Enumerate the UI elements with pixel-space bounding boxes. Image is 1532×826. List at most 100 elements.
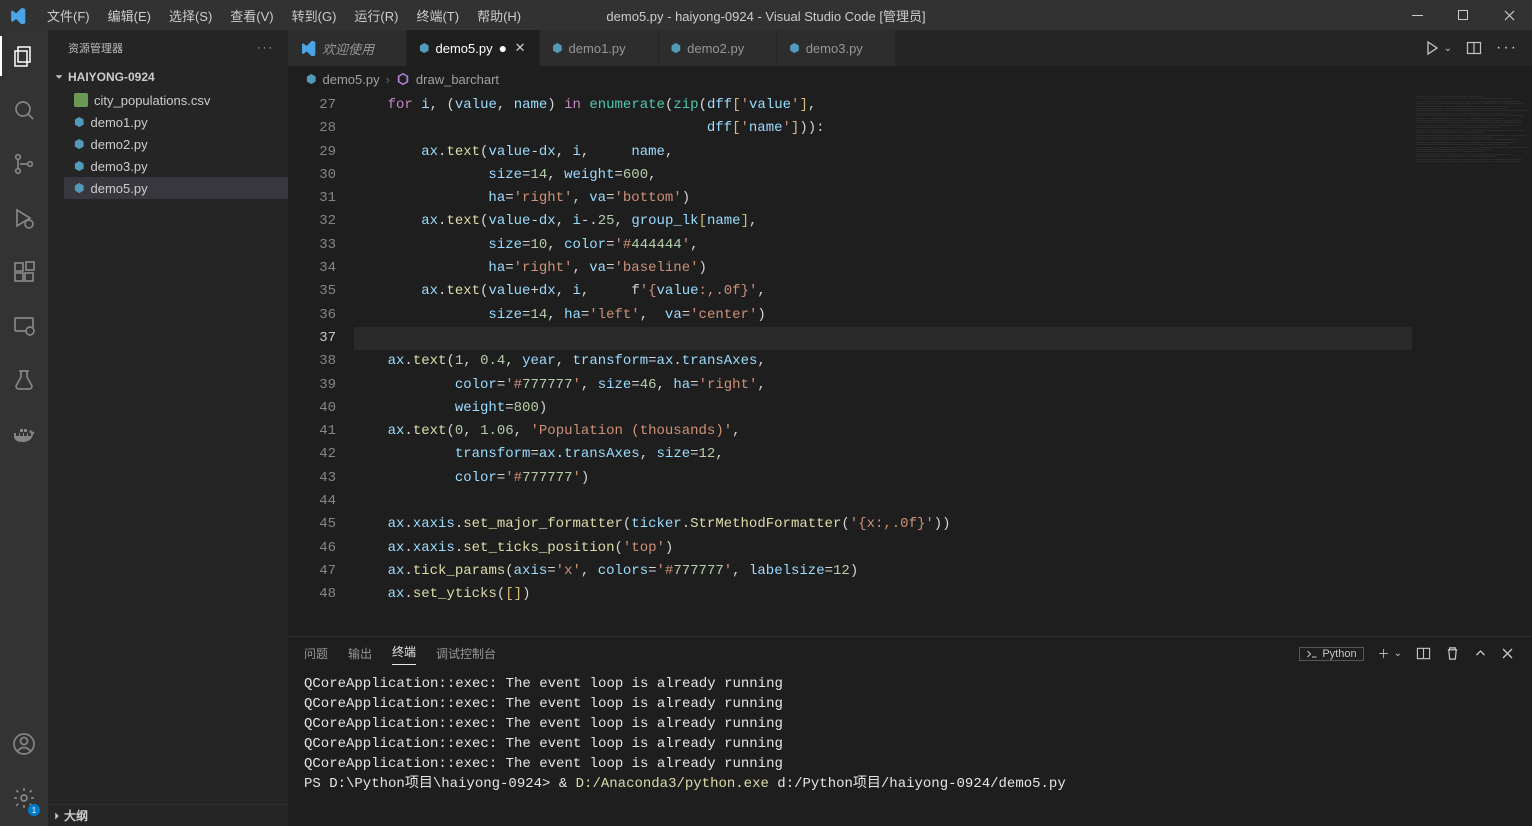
folder-header[interactable]: HAIYONG-0924 — [48, 65, 288, 89]
file-label: demo5.py — [90, 181, 147, 196]
panel-close-icon[interactable] — [1501, 647, 1514, 660]
python-icon: ⬢ — [419, 41, 429, 55]
title-bar: 文件(F) 编辑(E) 选择(S) 查看(V) 转到(G) 运行(R) 终端(T… — [0, 0, 1532, 30]
source-control-icon[interactable] — [0, 148, 48, 180]
panel-tab-output[interactable]: 输出 — [348, 645, 372, 662]
python-icon: ⬢ — [671, 41, 681, 55]
terminal-output[interactable]: QCoreApplication::exec: The event loop i… — [288, 670, 1532, 826]
run-debug-icon[interactable] — [0, 202, 48, 234]
menu-help[interactable]: 帮助(H) — [469, 2, 529, 29]
folder-name: HAIYONG-0924 — [68, 70, 155, 84]
minimap[interactable]: ──────────── ───────────────────────────… — [1412, 92, 1532, 636]
python-icon: ⬢ — [789, 41, 799, 55]
code-editor[interactable]: for i, (value, name) in enumerate(zip(df… — [354, 92, 1412, 636]
sidebar-more-icon[interactable]: ··· — [257, 42, 274, 54]
file-item[interactable]: city_populations.csv — [64, 89, 288, 111]
docker-icon[interactable] — [0, 418, 48, 450]
bottom-panel: 问题 输出 终端 调试控制台 Python ＋ ⌄ QCoreApp — [288, 636, 1532, 826]
python-icon: ⬢ — [74, 181, 84, 195]
panel-tab-debug-console[interactable]: 调试控制台 — [436, 645, 496, 662]
csv-icon — [74, 93, 88, 107]
editor-tab[interactable]: ⬢demo2.py✕ — [659, 30, 778, 66]
run-dropdown-icon[interactable]: ⌄ — [1444, 43, 1452, 54]
panel-maximize-icon[interactable] — [1474, 647, 1487, 660]
menu-go[interactable]: 转到(G) — [284, 2, 345, 29]
breadcrumb-file[interactable]: demo5.py — [322, 72, 379, 87]
menu-view[interactable]: 查看(V) — [222, 2, 281, 29]
kill-terminal-icon[interactable] — [1445, 646, 1460, 661]
breadcrumb-separator: › — [386, 72, 390, 87]
breadcrumbs[interactable]: ⬢ demo5.py › draw_barchart — [288, 66, 1532, 92]
remote-explorer-icon[interactable] — [0, 310, 48, 342]
editor-tab[interactable]: 欢迎使用✕ — [288, 30, 407, 66]
explorer-icon[interactable] — [0, 40, 48, 72]
settings-badge: 1 — [28, 804, 40, 816]
close-button[interactable] — [1486, 0, 1532, 30]
menu-terminal[interactable]: 终端(T) — [408, 2, 467, 29]
editor-tabs: 欢迎使用✕⬢demo5.py●✕⬢demo1.py✕⬢demo2.py✕⬢dem… — [288, 30, 1532, 66]
search-icon[interactable] — [0, 94, 48, 126]
editor-tab[interactable]: ⬢demo3.py✕ — [777, 30, 896, 66]
file-list: city_populations.csv ⬢ demo1.py ⬢ demo2.py ⬢ d… — [48, 89, 288, 199]
file-label: demo2.py — [90, 137, 147, 152]
outline-section[interactable]: 大纲 — [48, 804, 288, 826]
settings-gear-icon[interactable]: 1 — [0, 782, 48, 814]
vscode-icon — [300, 40, 316, 56]
run-file-icon[interactable] — [1424, 40, 1440, 56]
python-icon: ⬢ — [74, 159, 84, 173]
python-icon: ⬢ — [74, 115, 84, 129]
panel-tab-terminal[interactable]: 终端 — [392, 643, 416, 665]
panel-tabs: 问题 输出 终端 调试控制台 Python ＋ ⌄ — [288, 637, 1532, 670]
tab-label: demo5.py — [436, 41, 493, 56]
file-item[interactable]: ⬢ demo1.py — [64, 111, 288, 133]
terminal-profile-badge[interactable]: Python — [1299, 647, 1363, 661]
editor-body: 2728293031323334353637383940414243444546… — [288, 92, 1532, 636]
new-terminal-icon[interactable]: ＋ — [1378, 645, 1390, 662]
terminal-profile-label: Python — [1322, 648, 1356, 660]
python-icon: ⬢ — [306, 72, 316, 86]
editor-tab[interactable]: ⬢demo1.py✕ — [540, 30, 659, 66]
menu-selection[interactable]: 选择(S) — [161, 2, 220, 29]
menu-file[interactable]: 文件(F) — [39, 2, 98, 29]
editor-more-icon[interactable]: ··· — [1496, 39, 1518, 57]
tab-close-icon[interactable]: ✕ — [513, 40, 527, 56]
file-item[interactable]: ⬢ demo5.py — [64, 177, 288, 199]
window-controls — [1394, 0, 1532, 30]
maximize-button[interactable] — [1440, 0, 1486, 30]
testing-icon[interactable] — [0, 364, 48, 396]
file-label: demo3.py — [90, 159, 147, 174]
tab-dirty-icon: ● — [499, 40, 507, 56]
activity-bar: 1 — [0, 30, 48, 826]
tab-label: 欢迎使用 — [322, 39, 374, 58]
sidebar-title: 资源管理器 — [68, 40, 123, 56]
tab-label: demo2.py — [687, 41, 744, 56]
terminal-dropdown-icon[interactable]: ⌄ — [1394, 648, 1402, 659]
file-label: demo1.py — [90, 115, 147, 130]
breadcrumb-symbol[interactable]: draw_barchart — [416, 72, 499, 87]
extensions-icon[interactable] — [0, 256, 48, 288]
split-terminal-icon[interactable] — [1416, 646, 1431, 661]
panel-tab-problems[interactable]: 问题 — [304, 645, 328, 662]
python-icon: ⬢ — [552, 41, 562, 55]
file-item[interactable]: ⬢ demo3.py — [64, 155, 288, 177]
menu-bar: 文件(F) 编辑(E) 选择(S) 查看(V) 转到(G) 运行(R) 终端(T… — [35, 2, 529, 29]
file-label: city_populations.csv — [94, 93, 210, 108]
line-gutter: 2728293031323334353637383940414243444546… — [288, 92, 354, 636]
file-item[interactable]: ⬢ demo2.py — [64, 133, 288, 155]
symbol-icon — [396, 72, 410, 86]
python-icon: ⬢ — [74, 137, 84, 151]
editor-tab[interactable]: ⬢ demo5.py ● ✕ — [407, 30, 540, 66]
sidebar-header: 资源管理器 ··· — [48, 30, 288, 65]
tab-label: demo1.py — [569, 41, 626, 56]
tab-actions: ⌄ ··· — [1424, 30, 1532, 66]
vscode-icon — [0, 7, 35, 24]
accounts-icon[interactable] — [0, 728, 48, 760]
menu-run[interactable]: 运行(R) — [346, 2, 406, 29]
tab-label: demo3.py — [806, 41, 863, 56]
menu-edit[interactable]: 编辑(E) — [100, 2, 159, 29]
window-title: demo5.py - haiyong-0924 - Visual Studio … — [606, 6, 925, 25]
side-bar: 资源管理器 ··· HAIYONG-0924 city_populations.… — [48, 30, 288, 826]
outline-label: 大纲 — [64, 807, 88, 824]
minimize-button[interactable] — [1394, 0, 1440, 30]
split-editor-icon[interactable] — [1466, 40, 1482, 56]
